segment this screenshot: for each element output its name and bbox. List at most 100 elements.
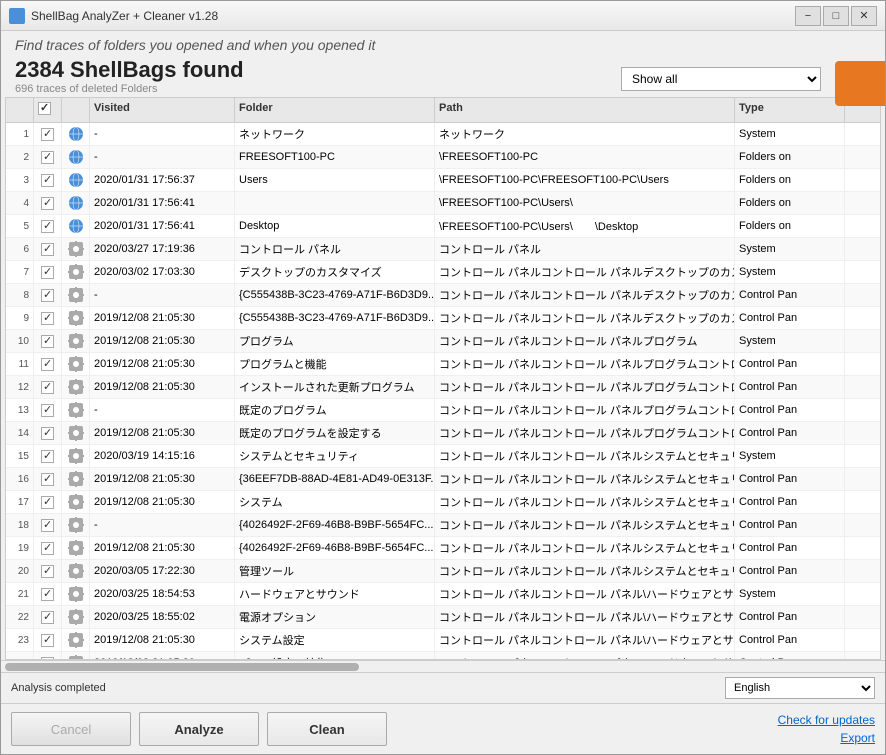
row-check[interactable] [41,128,54,141]
row-check[interactable] [41,151,54,164]
row-checkbox[interactable] [34,537,62,559]
export-link[interactable]: Export [840,731,875,745]
table-row[interactable]: 16 2019/12/08 21:05:30 {36EEF7DB-88AD-4E… [6,468,880,491]
row-checkbox[interactable] [34,422,62,444]
row-check[interactable] [41,174,54,187]
table-row[interactable]: 20 2020/03/05 17:22:30 管理ツール コントロール パネルコ… [6,560,880,583]
maximize-button[interactable]: □ [823,6,849,26]
row-checkbox[interactable] [34,560,62,582]
table-row[interactable]: 14 2019/12/08 21:05:30 既定のプログラムを設定する コント… [6,422,880,445]
cancel-button[interactable]: Cancel [11,712,131,746]
row-checkbox[interactable] [34,146,62,168]
select-all-checkbox[interactable] [38,102,51,115]
row-check[interactable] [41,634,54,647]
row-checkbox[interactable] [34,445,62,467]
analyze-button[interactable]: Analyze [139,712,259,746]
row-icon [62,169,90,191]
table-row[interactable]: 24 2019/12/08 21:05:30 プラン設定の編集 コントロール パ… [6,652,880,659]
table-row[interactable]: 10 2019/12/08 21:05:30 プログラム コントロール パネルコ… [6,330,880,353]
row-type: System [735,238,845,260]
row-check[interactable] [41,381,54,394]
clean-button[interactable]: Clean [267,712,387,746]
row-folder: 電源オプション [235,606,435,628]
row-check[interactable] [41,542,54,555]
scrollbar-thumb[interactable] [5,663,359,671]
row-visited: - [90,123,235,145]
table-row[interactable]: 2 - FREESOFT100-PC \FREESOFT100-PC Folde… [6,146,880,169]
close-button[interactable]: ✕ [851,6,877,26]
table-row[interactable]: 15 2020/03/19 14:15:16 システムとセキュリティ コントロー… [6,445,880,468]
row-check[interactable] [41,404,54,417]
row-folder: プログラムと機能 [235,353,435,375]
table-row[interactable]: 9 2019/12/08 21:05:30 {C555438B-3C23-476… [6,307,880,330]
row-check[interactable] [41,289,54,302]
row-check[interactable] [41,657,54,660]
row-type: System [735,261,845,283]
row-checkbox[interactable] [34,261,62,283]
row-check[interactable] [41,519,54,532]
row-check[interactable] [41,197,54,210]
row-checkbox[interactable] [34,583,62,605]
row-checkbox[interactable] [34,238,62,260]
row-checkbox[interactable] [34,514,62,536]
table-row[interactable]: 8 - {C555438B-3C23-4769-A71F-B6D3D9... コ… [6,284,880,307]
table-row[interactable]: 11 2019/12/08 21:05:30 プログラムと機能 コントロール パ… [6,353,880,376]
row-icon [62,261,90,283]
table-row[interactable]: 6 2020/03/27 17:19:36 コントロール パネル コントロール … [6,238,880,261]
row-icon [62,652,90,659]
row-num: 8 [6,284,34,306]
row-checkbox[interactable] [34,307,62,329]
deleted-traces-label: 696 traces of deleted Folders [15,83,375,95]
row-check[interactable] [41,565,54,578]
table-row[interactable]: 18 - {4026492F-2F69-46B8-B9BF-5654FC... … [6,514,880,537]
show-all-dropdown[interactable]: Show all [621,67,821,91]
table-row[interactable]: 13 - 既定のプログラム コントロール パネルコントロール パネルプログラムコ… [6,399,880,422]
row-checkbox[interactable] [34,606,62,628]
row-num: 1 [6,123,34,145]
row-visited: - [90,399,235,421]
row-visited: - [90,514,235,536]
row-icon [62,422,90,444]
table-row[interactable]: 23 2019/12/08 21:05:30 システム設定 コントロール パネル… [6,629,880,652]
row-checkbox[interactable] [34,468,62,490]
row-check[interactable] [41,335,54,348]
row-checkbox[interactable] [34,192,62,214]
language-dropdown[interactable]: English [725,677,875,699]
row-checkbox[interactable] [34,376,62,398]
table-row[interactable]: 4 2020/01/31 17:56:41 \FREESOFT100-PC\Us… [6,192,880,215]
table-row[interactable]: 21 2020/03/25 18:54:53 ハードウェアとサウンド コントロー… [6,583,880,606]
table-row[interactable]: 1 - ネットワーク ネットワーク System [6,123,880,146]
row-checkbox[interactable] [34,353,62,375]
row-icon [62,146,90,168]
minimize-button[interactable]: − [795,6,821,26]
row-checkbox[interactable] [34,123,62,145]
row-checkbox[interactable] [34,215,62,237]
row-check[interactable] [41,496,54,509]
row-checkbox[interactable] [34,169,62,191]
row-check[interactable] [41,266,54,279]
row-check[interactable] [41,473,54,486]
table-row[interactable]: 3 2020/01/31 17:56:37 Users \FREESOFT100… [6,169,880,192]
table-row[interactable]: 12 2019/12/08 21:05:30 インストールされた更新プログラム … [6,376,880,399]
row-check[interactable] [41,450,54,463]
row-checkbox[interactable] [34,629,62,651]
row-checkbox[interactable] [34,652,62,659]
row-check[interactable] [41,358,54,371]
table-row[interactable]: 5 2020/01/31 17:56:41 Desktop \FREESOFT1… [6,215,880,238]
row-check[interactable] [41,427,54,440]
table-row[interactable]: 19 2019/12/08 21:05:30 {4026492F-2F69-46… [6,537,880,560]
row-checkbox[interactable] [34,284,62,306]
row-checkbox[interactable] [34,330,62,352]
row-check[interactable] [41,312,54,325]
horizontal-scrollbar[interactable] [1,660,885,672]
row-checkbox[interactable] [34,491,62,513]
row-check[interactable] [41,611,54,624]
row-check[interactable] [41,588,54,601]
row-check[interactable] [41,220,54,233]
table-row[interactable]: 7 2020/03/02 17:03:30 デスクトップのカスタマイズ コントロ… [6,261,880,284]
table-row[interactable]: 17 2019/12/08 21:05:30 システム コントロール パネルコン… [6,491,880,514]
row-checkbox[interactable] [34,399,62,421]
check-updates-link[interactable]: Check for updates [778,713,875,727]
row-check[interactable] [41,243,54,256]
table-row[interactable]: 22 2020/03/25 18:55:02 電源オプション コントロール パネ… [6,606,880,629]
